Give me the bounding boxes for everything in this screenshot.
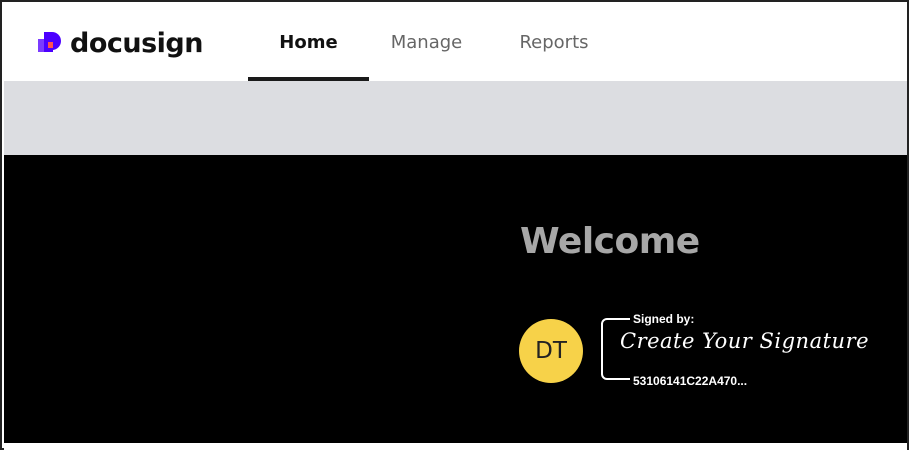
signed-by-label: Signed by: <box>633 312 695 326</box>
signature-text: Create Your Signature <box>620 329 870 353</box>
signature-card[interactable]: Signed by: Create Your Signature 5310614… <box>598 312 869 392</box>
welcome-heading: Welcome <box>520 221 700 262</box>
sub-header-band <box>4 81 907 155</box>
tab-reports[interactable]: Reports <box>484 4 624 81</box>
top-header: docusign Home Manage Reports <box>4 4 907 81</box>
docusign-logo[interactable]: docusign <box>38 26 203 60</box>
tab-reports-label: Reports <box>519 32 589 53</box>
tab-manage-label: Manage <box>390 32 463 53</box>
app-window: docusign Home Manage Reports Welcome DT … <box>0 0 909 450</box>
avatar-initials: DT <box>535 338 567 364</box>
welcome-panel: Welcome DT Signed by: Create Your Signat… <box>4 155 907 443</box>
tab-home[interactable]: Home <box>248 4 369 81</box>
logo-wordmark: docusign <box>70 27 203 59</box>
tab-home-label: Home <box>279 32 338 53</box>
bottom-strip <box>4 443 907 450</box>
avatar[interactable]: DT <box>519 319 583 383</box>
main-nav: Home Manage Reports <box>248 4 624 81</box>
tab-manage[interactable]: Manage <box>369 4 484 81</box>
docusign-logo-icon <box>38 30 64 56</box>
signature-id: 53106141C22A470... <box>633 374 748 388</box>
